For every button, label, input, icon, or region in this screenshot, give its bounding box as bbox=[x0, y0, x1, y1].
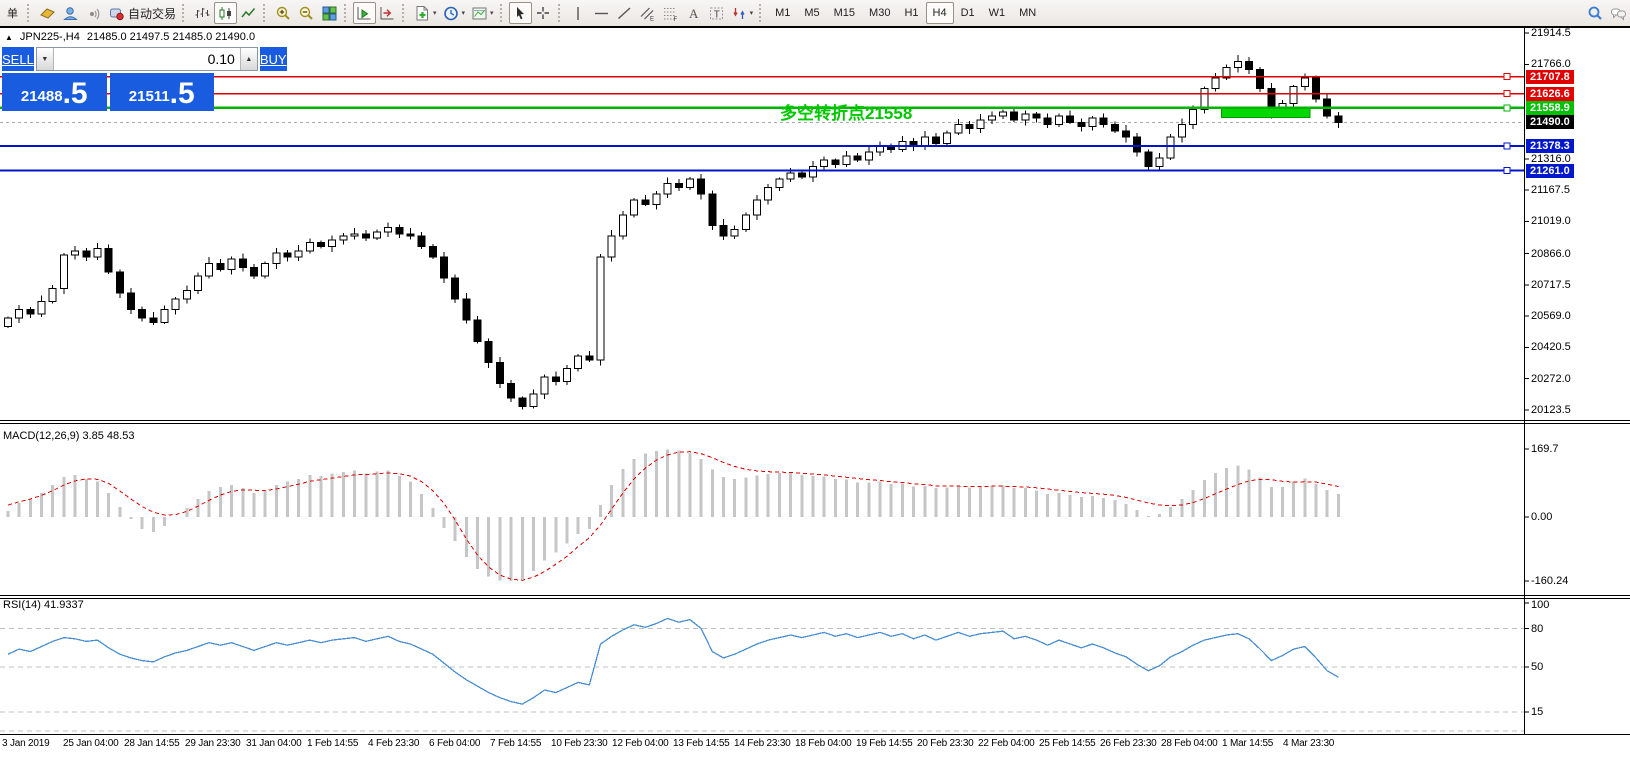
price-axis-tick: 20866.0 bbox=[1531, 247, 1571, 260]
time-axis-label: 1 Feb 14:55 bbox=[307, 738, 359, 749]
rsi-axis-tick: 100 bbox=[1531, 599, 1550, 611]
rsi-axis-tick: 50 bbox=[1531, 661, 1544, 673]
support-line-label: 21261.0 bbox=[1526, 163, 1574, 178]
price-axis-tick: 20717.5 bbox=[1531, 278, 1571, 291]
price-axis-tick: 21167.5 bbox=[1531, 184, 1570, 197]
pivot-line-label: 21558.9 bbox=[1526, 100, 1574, 115]
time-axis-label: 14 Feb 23:30 bbox=[734, 738, 791, 749]
price-axis-tick: 21019.0 bbox=[1531, 215, 1571, 228]
time-axis-label: 3 Jan 2019 bbox=[2, 738, 50, 749]
rsi-axis-tick: 80 bbox=[1531, 622, 1544, 635]
one-click-trading-panel: SELL ▼ ▲ BUY 21488.5 21511.5 bbox=[2, 47, 287, 111]
macd-axis-tick: 169.7 bbox=[1531, 443, 1559, 456]
macd-axis-tick: -160.24 bbox=[1531, 575, 1569, 588]
chart-symbol-period: JPN225-,H4 bbox=[19, 31, 80, 43]
time-axis-label: 26 Feb 23:30 bbox=[1100, 738, 1157, 749]
time-axis-label: 18 Feb 04:00 bbox=[795, 738, 852, 749]
time-axis-label: 4 Feb 23:30 bbox=[368, 738, 420, 749]
time-axis-label: 25 Feb 14:55 bbox=[1039, 738, 1096, 749]
panel-collapse-icon[interactable]: ▲ bbox=[5, 33, 13, 42]
price-axis-tick: 21766.0 bbox=[1531, 58, 1571, 71]
price-axis-tick: 21914.5 bbox=[1531, 27, 1571, 39]
time-axis-label: 22 Feb 04:00 bbox=[978, 738, 1035, 749]
time-axis-label: 29 Jan 23:30 bbox=[185, 738, 241, 749]
macd-indicator-label: MACD(12,26,9) 3.85 48.53 bbox=[3, 430, 135, 442]
rsi-axis-tick: 15 bbox=[1531, 705, 1544, 718]
time-axis-label: 25 Jan 04:00 bbox=[63, 738, 119, 749]
current-price-label: 21490.0 bbox=[1526, 115, 1574, 130]
time-axis-label: 13 Feb 14:55 bbox=[673, 738, 730, 749]
time-axis-label: 1 Mar 14:55 bbox=[1222, 738, 1274, 749]
time-axis-label: 31 Jan 04:00 bbox=[246, 738, 302, 749]
price-axis-tick: 20569.0 bbox=[1531, 310, 1571, 323]
time-axis-label: 20 Feb 23:30 bbox=[917, 738, 974, 749]
sell-button[interactable]: SELL bbox=[2, 47, 34, 71]
resistance-line-label: 21626.6 bbox=[1526, 86, 1574, 101]
lot-increase-button[interactable]: ▲ bbox=[239, 48, 257, 70]
time-axis-label: 19 Feb 14:55 bbox=[856, 738, 913, 749]
time-axis-label: 12 Feb 04:00 bbox=[612, 738, 669, 749]
lot-size-control: ▼ ▲ bbox=[35, 47, 258, 71]
mt4-window: 单自动交易 ▾ ▾ ▾ E F A T ▾ M1 M5 M15 M30 H1 H4 D1 W1 MN ▲ JPN2… bbox=[0, 0, 1630, 775]
time-axis-label: 4 Mar 23:30 bbox=[1283, 738, 1335, 749]
time-axis-label: 28 Feb 04:00 bbox=[1161, 738, 1218, 749]
chart-ohlc-values: 21485.0 21497.5 21485.0 21490.0 bbox=[86, 31, 256, 43]
pivot-annotation-text[interactable]: 多空转折点21558 bbox=[780, 99, 912, 124]
lot-size-input[interactable] bbox=[53, 48, 240, 70]
sell-price-display[interactable]: 21488.5 bbox=[2, 73, 107, 111]
macd-axis-tick: 0.00 bbox=[1531, 511, 1553, 523]
price-axis-tick: 20420.5 bbox=[1531, 341, 1571, 354]
resistance-line-label: 21707.8 bbox=[1526, 69, 1574, 84]
chart-title: ▲ JPN225-,H4 21485.0 21497.5 21485.0 214… bbox=[5, 31, 255, 43]
lot-decrease-button[interactable]: ▼ bbox=[36, 48, 54, 70]
price-axis-tick: 20123.5 bbox=[1531, 403, 1571, 416]
buy-price-display[interactable]: 21511.5 bbox=[109, 73, 214, 111]
rsi-indicator-label: RSI(14) 41.9337 bbox=[3, 599, 84, 611]
price-axis-tick: 20272.0 bbox=[1531, 372, 1571, 385]
support-line-label: 21378.3 bbox=[1526, 138, 1574, 153]
time-axis-label: 28 Jan 14:55 bbox=[124, 738, 180, 749]
time-axis-label: 6 Feb 04:00 bbox=[429, 738, 481, 749]
buy-button[interactable]: BUY bbox=[259, 47, 287, 71]
time-axis-label: 10 Feb 23:30 bbox=[551, 738, 608, 749]
time-axis-label: 7 Feb 14:55 bbox=[490, 738, 542, 749]
